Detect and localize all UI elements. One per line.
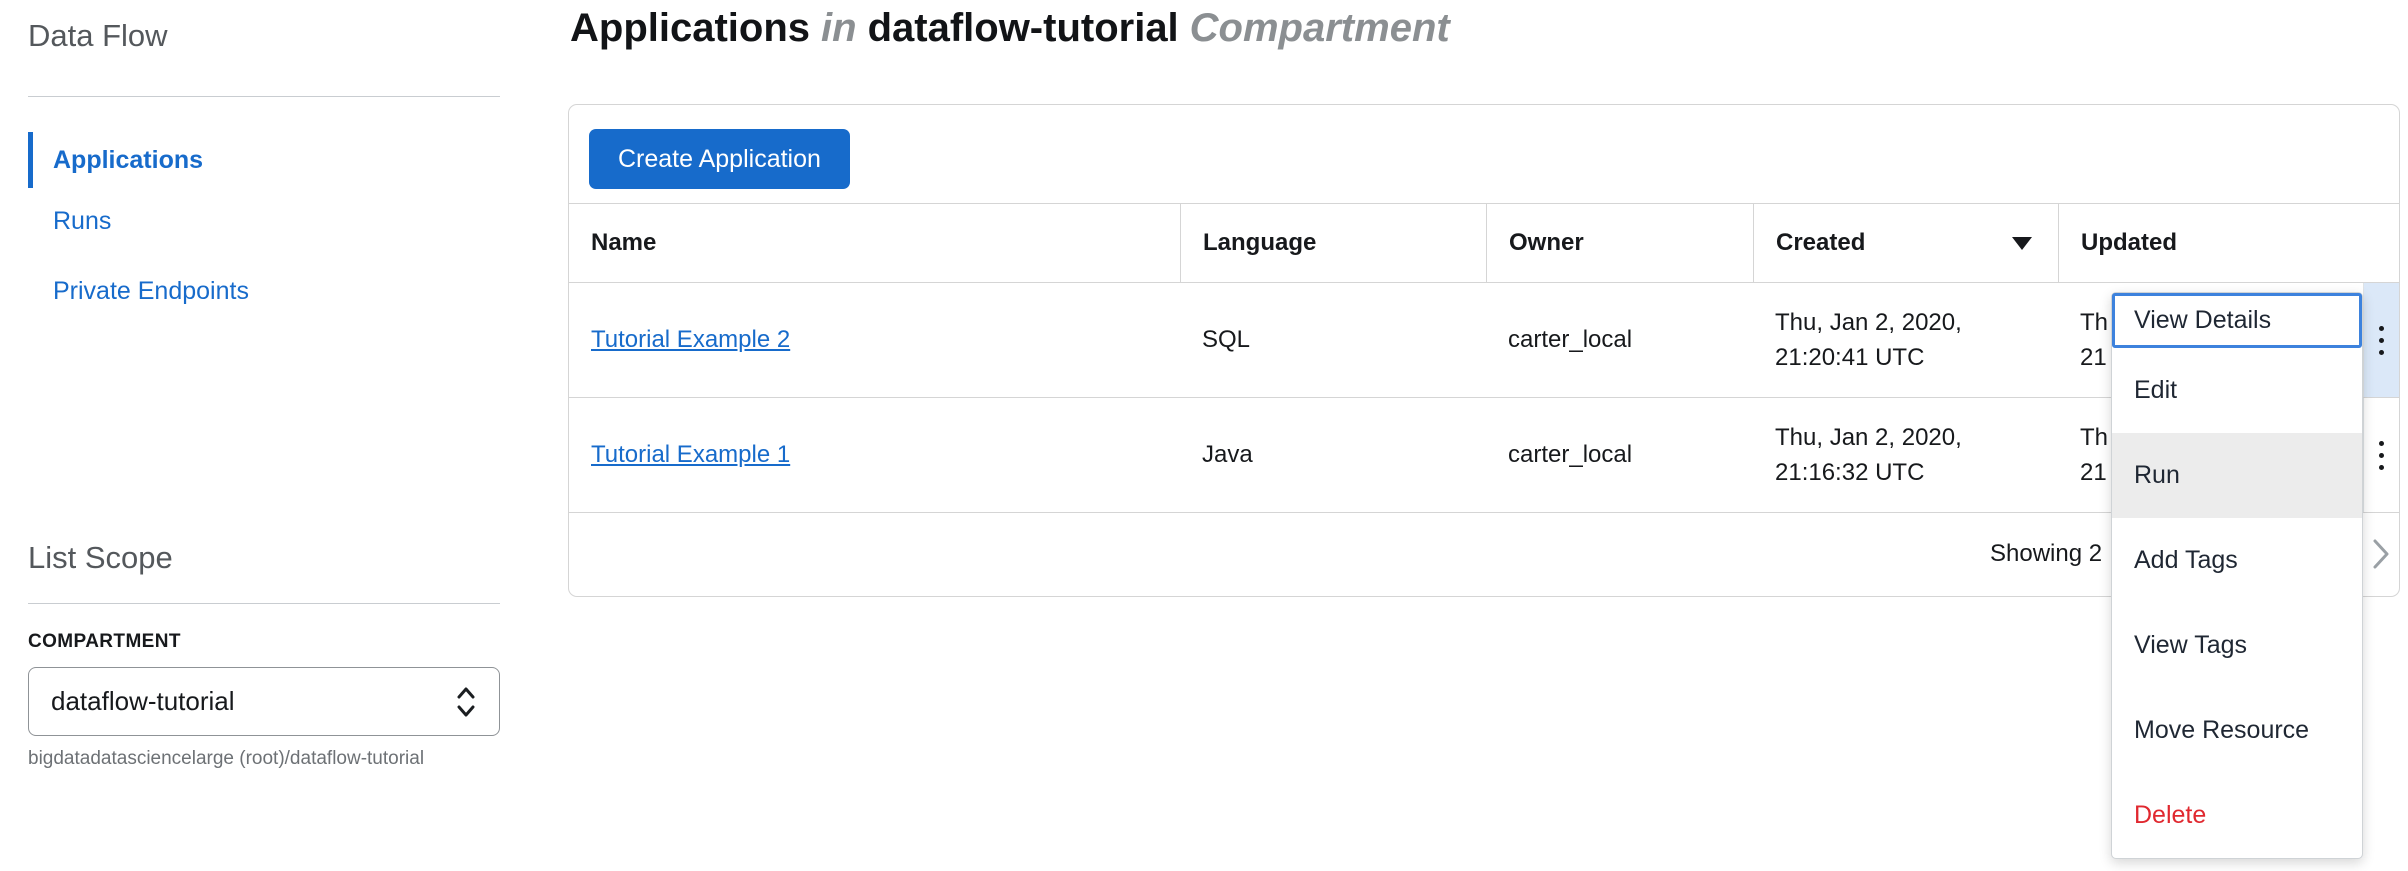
cell-created: Thu, Jan 2, 2020, 21:16:32 UTC (1753, 398, 2058, 512)
menu-item-delete[interactable]: Delete (2112, 773, 2362, 858)
menu-item-add-tags[interactable]: Add Tags (2112, 518, 2362, 603)
menu-item-view-tags[interactable]: View Tags (2112, 603, 2362, 688)
showing-count-text: Showing 2 (1990, 540, 2102, 568)
cell-name: Tutorial Example 1 (569, 398, 1180, 512)
cell-owner: carter_local (1486, 398, 1753, 512)
created-time: 21:20:41 UTC (1775, 340, 2058, 375)
sidebar-title: Data Flow (28, 18, 168, 54)
application-link[interactable]: Tutorial Example 2 (591, 326, 1180, 354)
dataflow-console-page: Data Flow Applications Runs Private Endp… (0, 0, 2408, 871)
pagination-next-button[interactable] (2362, 513, 2399, 595)
list-scope-title: List Scope (28, 540, 173, 576)
created-date: Thu, Jan 2, 2020, (1775, 305, 2058, 340)
compartment-select[interactable]: dataflow-tutorial (28, 667, 500, 736)
create-application-button[interactable]: Create Application (589, 129, 850, 189)
pagination-next-icon (2372, 538, 2390, 570)
cell-language: Java (1180, 398, 1486, 512)
page-title-compartment-word: Compartment (1190, 6, 1450, 50)
application-link[interactable]: Tutorial Example 1 (591, 441, 1180, 469)
compartment-select-value: dataflow-tutorial (51, 686, 235, 717)
row-actions-button[interactable] (2363, 398, 2399, 512)
page-title-resource: Applications (570, 6, 810, 50)
kebab-menu-icon (2379, 441, 2384, 470)
column-header-created[interactable]: Created (1753, 204, 2058, 282)
sort-desc-icon (2012, 237, 2032, 250)
column-header-language[interactable]: Language (1180, 204, 1486, 282)
menu-item-run[interactable]: Run (2112, 433, 2362, 518)
menu-item-view-details[interactable]: View Details (2112, 293, 2362, 348)
compartment-stepper-icon (455, 684, 477, 720)
menu-item-move-resource[interactable]: Move Resource (2112, 688, 2362, 773)
cell-created: Thu, Jan 2, 2020, 21:20:41 UTC (1753, 283, 2058, 397)
sidebar-item-runs[interactable]: Runs (28, 207, 111, 236)
created-time: 21:16:32 UTC (1775, 455, 2058, 490)
sidebar-item-private-endpoints[interactable]: Private Endpoints (28, 277, 249, 306)
column-header-owner[interactable]: Owner (1486, 204, 1753, 282)
cell-name: Tutorial Example 2 (569, 283, 1180, 397)
created-date: Thu, Jan 2, 2020, (1775, 420, 2058, 455)
column-header-created-label: Created (1776, 229, 1865, 257)
row-actions-button[interactable] (2363, 283, 2399, 397)
page-title: Applicationsindataflow-tutorialCompartme… (570, 6, 1461, 51)
page-title-compartment-name: dataflow-tutorial (868, 6, 1179, 50)
compartment-label: COMPARTMENT (28, 631, 181, 653)
page-title-in: in (821, 6, 857, 50)
column-header-updated[interactable]: Updated (2058, 204, 2399, 282)
table-toolbar: Create Application (569, 105, 2399, 203)
sidebar-item-applications[interactable]: Applications (28, 132, 203, 188)
row-actions-context-menu: View Details Edit Run Add Tags View Tags… (2111, 292, 2363, 859)
cell-owner: carter_local (1486, 283, 1753, 397)
compartment-path: bigdatadatasciencelarge (root)/dataflow-… (28, 748, 424, 770)
sidebar-divider (28, 96, 500, 97)
table-header-row: Name Language Owner Created Updated (569, 203, 2399, 283)
kebab-menu-icon (2379, 326, 2384, 355)
cell-language: SQL (1180, 283, 1486, 397)
column-header-name[interactable]: Name (569, 204, 1180, 282)
menu-item-edit[interactable]: Edit (2112, 348, 2362, 433)
list-scope-divider (28, 603, 500, 604)
